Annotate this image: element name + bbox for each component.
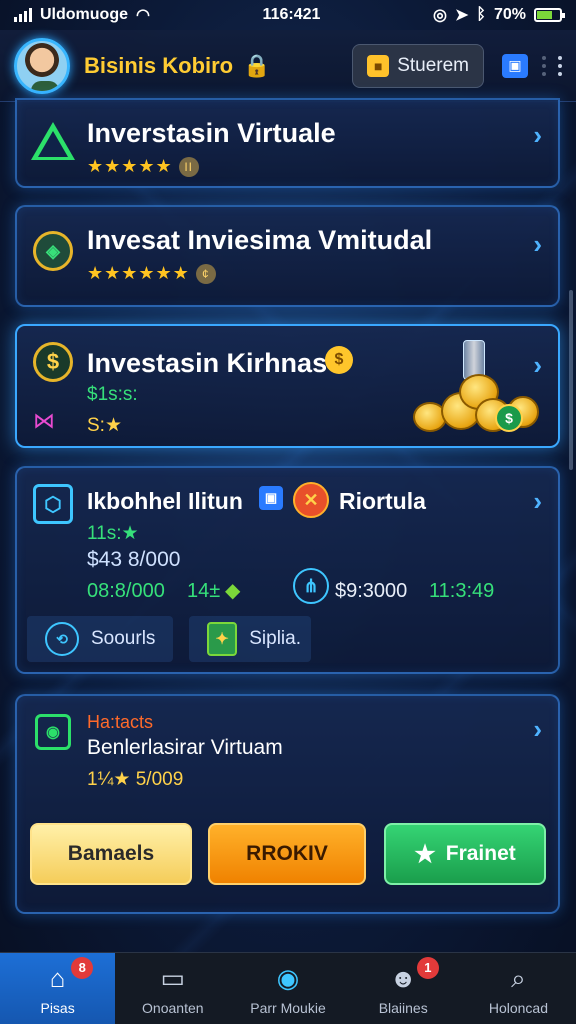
globe-icon: ◉ bbox=[276, 963, 300, 993]
date-value: 08:8/000 bbox=[87, 580, 165, 602]
favorite-button[interactable]: ★ Frainet bbox=[384, 823, 546, 885]
user-icon: ☻ bbox=[389, 963, 417, 993]
nav-label: Holoncad bbox=[488, 999, 548, 1016]
nav-label: Blaiines bbox=[378, 999, 428, 1016]
battery-percent: 70% bbox=[493, 6, 526, 23]
investment-card-3[interactable]: $ Investasin Kirhnas $ $1s:s: ⋈ S:★ $ › bbox=[15, 324, 560, 448]
card-title: Invesat Inviesima Vmitudal bbox=[87, 225, 433, 255]
star-rating: ★★★★★★ ¢ bbox=[87, 263, 216, 285]
favorite-label: Frainet bbox=[445, 842, 516, 865]
card-title: Inverstasin Virtuale bbox=[87, 118, 336, 148]
simple-label: Siplia. bbox=[249, 628, 301, 649]
rate-value: 11s:★ bbox=[87, 523, 139, 544]
search-icon: ⌕ bbox=[511, 962, 526, 993]
nav-item-search[interactable]: ⌕ Holoncad bbox=[461, 953, 576, 1024]
profit-value: $1s:s: bbox=[87, 384, 138, 405]
notification-badge: 1 bbox=[416, 957, 439, 979]
investment-card-1[interactable]: Inverstasin Virtuale ★★★★★ II › bbox=[15, 98, 560, 188]
nav-item-home[interactable]: ⌂ Pisas 8 bbox=[0, 953, 116, 1024]
amount-value: $43 8/000 bbox=[87, 548, 181, 571]
lock-icon: 🔒 bbox=[243, 52, 271, 78]
message-button[interactable]: ▣ bbox=[502, 53, 528, 78]
battery-icon bbox=[533, 8, 565, 22]
nav-item-market[interactable]: ◉ Parr Moukie bbox=[230, 953, 345, 1024]
coin-icon: II bbox=[178, 157, 199, 178]
investment-card-4[interactable]: ⬡ Ikbohhel Ilitun ▣ ✕ Riortula 11s:★ $43… bbox=[15, 466, 560, 674]
card-title: Benlerlasirar Virtuam bbox=[87, 736, 283, 759]
wifi-icon: ◠ bbox=[136, 7, 150, 24]
investment-card-2[interactable]: ◈ Invesat Inviesima Vmitudal ★★★★★★ ¢ › bbox=[15, 205, 560, 307]
balance-value: $9:3000 bbox=[335, 580, 408, 602]
store-label: Stuerem bbox=[397, 54, 469, 76]
app-title: Bisinis Kobiro bbox=[84, 52, 234, 78]
nav-item-balances[interactable]: ☻ Blaiines 1 bbox=[346, 953, 461, 1024]
card-title: Ikbohhel Ilitun bbox=[87, 488, 243, 514]
home-icon: ⌂ bbox=[49, 963, 66, 993]
bluetooth-icon: ᛒ bbox=[476, 6, 486, 23]
star-icon: ★ bbox=[414, 840, 436, 868]
bottom-navigation: ⌂ Pisas 8 ▭ Onoanten ◉ Parr Moukie ☻ Bla… bbox=[0, 952, 576, 1024]
card-subtitle: Riortula bbox=[339, 488, 426, 514]
more-icon-secondary bbox=[542, 55, 546, 76]
ribbon-icon: ⋈ bbox=[33, 408, 55, 433]
rating-value: S:★ bbox=[87, 415, 122, 436]
chevron-right-icon[interactable]: › bbox=[533, 486, 542, 517]
wand-icon: ✦ bbox=[207, 622, 238, 656]
coin-pile-image: $ bbox=[411, 340, 541, 440]
shield-icon: ⬡ bbox=[33, 484, 73, 524]
rating-value: 1¼★ 5/009 bbox=[87, 769, 184, 790]
chevron-right-icon[interactable]: › bbox=[533, 714, 542, 745]
sources-button[interactable]: ⟲ Soourls bbox=[27, 616, 173, 662]
invest-button[interactable]: RROKIV bbox=[208, 823, 366, 885]
globe-icon: ◈ bbox=[33, 231, 73, 271]
invest-label: RROKIV bbox=[246, 842, 328, 865]
square-icon: ◉ bbox=[35, 714, 71, 750]
nav-item-orders[interactable]: ▭ Onoanten bbox=[115, 953, 230, 1024]
chevron-right-icon[interactable]: › bbox=[533, 120, 542, 151]
time-value: 11:3:49 bbox=[429, 580, 495, 602]
refresh-icon: ⟲ bbox=[45, 622, 79, 656]
notification-badge: 8 bbox=[71, 957, 94, 979]
avatar[interactable] bbox=[14, 37, 70, 94]
nav-label: Onoanten bbox=[142, 999, 204, 1016]
dollar-icon: $ bbox=[33, 342, 73, 382]
status-bar: Uldomuoge ◠ 116:421 ◎ ➤ ᛒ 70% bbox=[0, 0, 576, 30]
location-icon: ➤ bbox=[454, 7, 469, 24]
app-icon: ▣ bbox=[259, 486, 283, 510]
chevron-right-icon[interactable]: › bbox=[533, 350, 542, 381]
message-icon: ▭ bbox=[160, 963, 186, 993]
store-button[interactable]: ■ Stuerem bbox=[352, 43, 484, 88]
nav-label: Pisas bbox=[40, 999, 75, 1016]
nav-label: Parr Moukie bbox=[250, 999, 326, 1016]
tag-icon: ◆ bbox=[225, 580, 241, 602]
details-button[interactable]: Bamaels bbox=[30, 823, 192, 885]
more-menu-button[interactable] bbox=[558, 55, 562, 76]
coin-icon: $ bbox=[325, 346, 353, 374]
simple-button[interactable]: ✦ Siplia. bbox=[189, 616, 311, 662]
chart-icon: ⋔ bbox=[293, 568, 329, 604]
carrier-name: Uldomuoge bbox=[40, 6, 128, 23]
card-title: Investasin Kirhnas bbox=[87, 348, 328, 378]
scrollbar[interactable] bbox=[569, 290, 573, 470]
clock: 116:421 bbox=[262, 6, 321, 23]
coin-icon: ¢ bbox=[195, 264, 216, 285]
badge-icon: ✕ bbox=[293, 482, 329, 518]
app-header: Bisinis Kobiro 🔒 ■ Stuerem ▣ bbox=[0, 30, 576, 102]
signal-icon bbox=[14, 8, 32, 22]
card-heading: Ha:tacts bbox=[87, 712, 154, 732]
store-icon: ■ bbox=[367, 54, 390, 77]
change-value: 14± bbox=[187, 580, 221, 602]
star-rating: ★★★★★ II bbox=[87, 156, 199, 178]
alarm-icon: ◎ bbox=[432, 7, 447, 24]
details-label: Bamaels bbox=[67, 842, 155, 865]
triangle-icon bbox=[31, 122, 75, 160]
sources-label: Soourls bbox=[91, 628, 156, 649]
chevron-right-icon[interactable]: › bbox=[533, 229, 542, 260]
